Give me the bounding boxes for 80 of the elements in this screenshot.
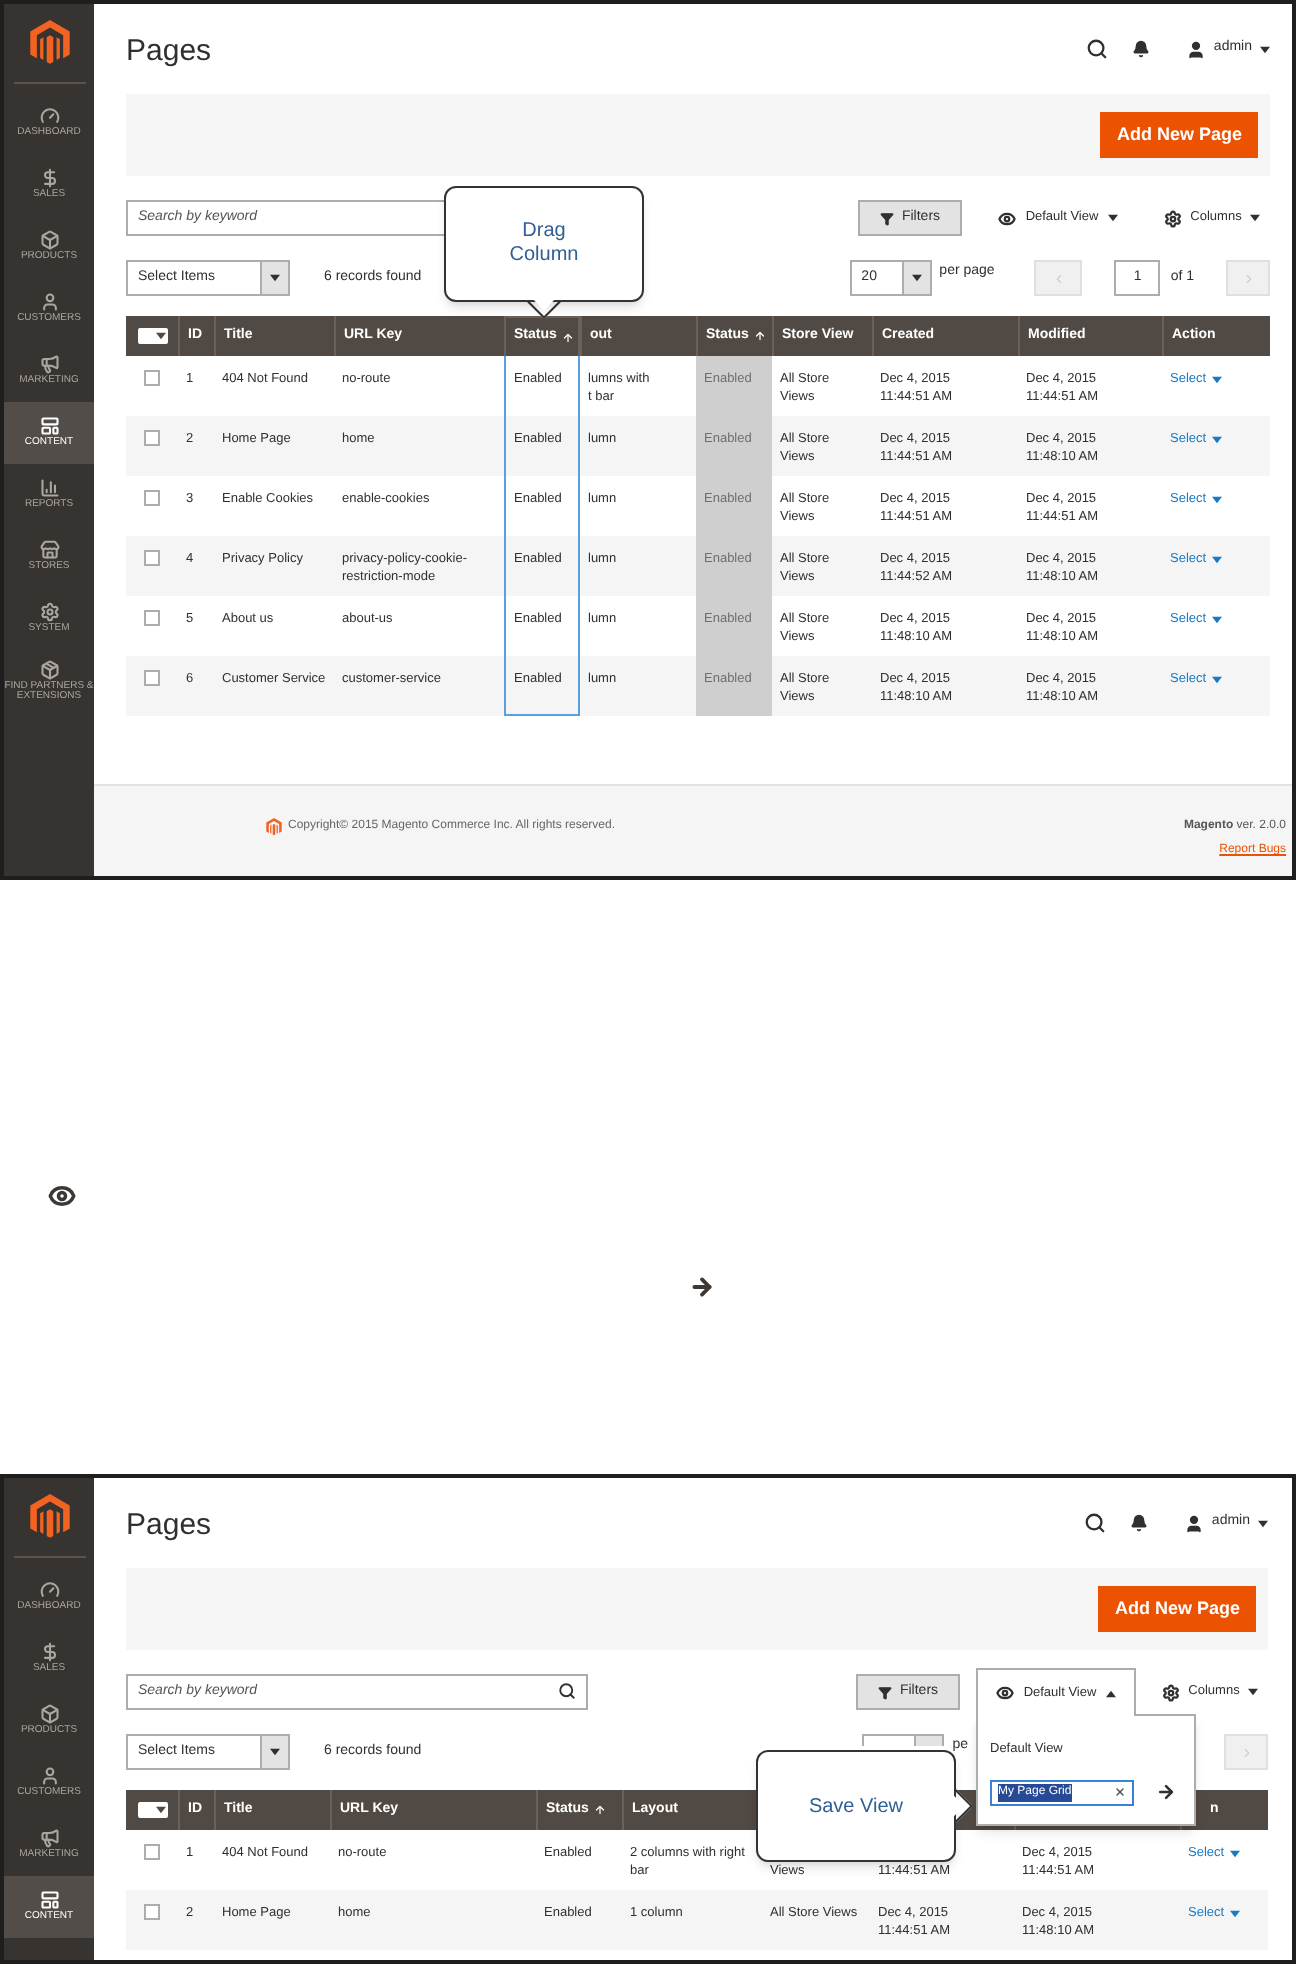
filter-icon bbox=[877, 1685, 892, 1699]
chevron-left-icon bbox=[1051, 271, 1066, 285]
add-new-page-button[interactable]: Add New Page bbox=[1100, 112, 1258, 158]
row-checkbox[interactable] bbox=[144, 610, 160, 626]
caret-icon bbox=[1212, 375, 1223, 384]
caret-icon bbox=[1108, 214, 1119, 222]
arrow-right-icon bbox=[688, 1274, 716, 1300]
row-checkbox[interactable] bbox=[144, 430, 160, 446]
page-title: Pages bbox=[126, 32, 212, 73]
caret-icon bbox=[911, 274, 922, 282]
next-page-button[interactable] bbox=[1224, 1734, 1268, 1770]
caret-icon bbox=[1230, 1909, 1241, 1918]
mass-select-checkbox[interactable] bbox=[137, 1802, 167, 1818]
per-page-select[interactable] bbox=[862, 1734, 945, 1746]
caret-icon bbox=[1106, 1689, 1117, 1697]
user-icon bbox=[1183, 1513, 1204, 1533]
caret-icon bbox=[1212, 435, 1223, 444]
logo-icon bbox=[29, 20, 69, 66]
callout-tooltip: Drag Column bbox=[444, 186, 644, 318]
sort-arrow-icon bbox=[562, 331, 575, 343]
add-new-page-button[interactable]: Add New Page bbox=[1098, 1586, 1256, 1632]
caret-icon bbox=[1212, 615, 1223, 624]
sort-arrow-icon bbox=[754, 330, 767, 342]
store-icon bbox=[39, 540, 59, 561]
person-icon bbox=[39, 1766, 59, 1787]
row-checkbox[interactable] bbox=[144, 370, 160, 386]
gauge-icon bbox=[39, 106, 59, 127]
caret-icon bbox=[155, 332, 165, 340]
search-icon[interactable] bbox=[558, 1682, 576, 1700]
row-checkbox[interactable] bbox=[144, 490, 160, 506]
megaphone-icon bbox=[39, 1828, 59, 1849]
chevron-right-icon bbox=[1241, 271, 1255, 285]
user-icon bbox=[1185, 39, 1206, 59]
eye-icon bbox=[997, 209, 1016, 227]
mass-select-checkbox[interactable] bbox=[137, 328, 167, 344]
caret-icon bbox=[270, 274, 280, 282]
row-checkbox[interactable] bbox=[144, 1904, 160, 1920]
page-title: Pages bbox=[126, 1506, 212, 1547]
callout-tooltip: Save View bbox=[756, 1750, 972, 1862]
row-checkbox[interactable] bbox=[144, 670, 160, 686]
next-page-button[interactable] bbox=[1226, 260, 1270, 296]
filter-icon bbox=[879, 211, 894, 225]
row-checkbox[interactable] bbox=[144, 550, 160, 566]
caret-icon bbox=[155, 1806, 165, 1814]
caret-icon bbox=[1258, 1519, 1268, 1527]
package-icon bbox=[39, 659, 59, 679]
gear-icon bbox=[1162, 1683, 1181, 1701]
dollar-icon bbox=[39, 168, 59, 189]
logo-icon bbox=[29, 1494, 69, 1540]
caret-icon bbox=[1260, 45, 1270, 53]
layout-icon bbox=[39, 1890, 59, 1911]
caret-icon bbox=[1212, 495, 1223, 504]
gauge-icon bbox=[39, 1580, 59, 1601]
bar-chart-icon bbox=[39, 478, 59, 499]
caret-icon bbox=[1230, 1849, 1241, 1858]
dollar-icon bbox=[39, 1642, 59, 1663]
gear-icon bbox=[1164, 209, 1183, 227]
chevron-right-icon bbox=[1239, 1745, 1253, 1759]
gear-icon bbox=[39, 602, 59, 623]
row-checkbox[interactable] bbox=[144, 1844, 160, 1860]
caret-icon bbox=[1247, 1688, 1258, 1696]
box-icon bbox=[39, 1704, 59, 1725]
person-icon bbox=[39, 292, 59, 313]
megaphone-icon bbox=[39, 354, 59, 375]
clear-icon[interactable] bbox=[1114, 1786, 1126, 1799]
caret-icon bbox=[1212, 555, 1223, 564]
logo-icon bbox=[266, 818, 282, 836]
arrow-right-icon[interactable] bbox=[1156, 1782, 1176, 1803]
caret-icon bbox=[1212, 675, 1223, 684]
sort-arrow-icon bbox=[594, 1804, 607, 1816]
eye-icon bbox=[995, 1684, 1014, 1702]
caret-icon bbox=[1249, 214, 1260, 222]
previous-page-button[interactable] bbox=[1034, 260, 1083, 296]
search-icon[interactable] bbox=[1085, 38, 1108, 60]
bell-icon[interactable] bbox=[1129, 1514, 1148, 1532]
layout-icon bbox=[39, 416, 59, 437]
search-icon[interactable] bbox=[1083, 1512, 1106, 1534]
caret-icon bbox=[270, 1748, 280, 1756]
box-icon bbox=[39, 230, 59, 251]
bell-icon[interactable] bbox=[1131, 40, 1150, 58]
